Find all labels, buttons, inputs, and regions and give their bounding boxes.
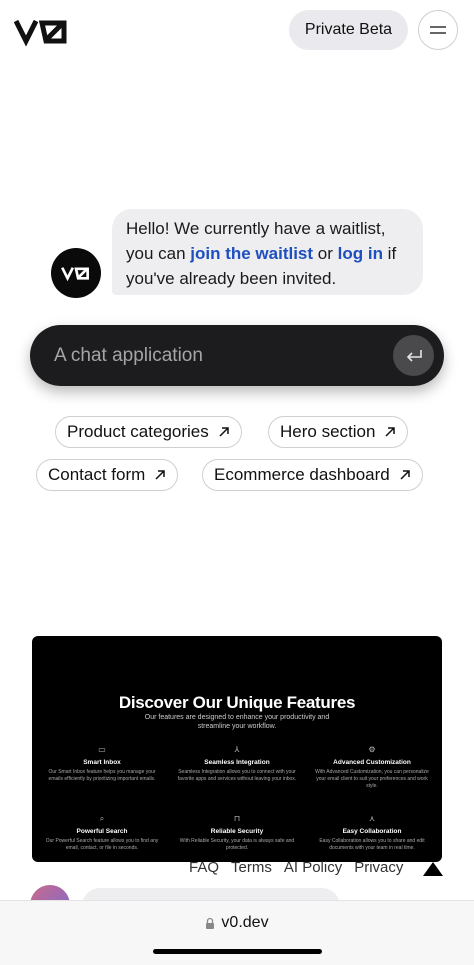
menu-button[interactable] (418, 10, 458, 50)
preview-title: Discover Our Unique Features (118, 693, 356, 712)
url-text: v0.dev (221, 914, 269, 931)
feature-desc: With Reliable Security, your data is alw… (179, 838, 295, 851)
feature-desc: Easy Collaboration allows you to share a… (319, 838, 425, 851)
suggestion-chip-hero-section[interactable]: Hero section (268, 416, 409, 448)
gear-icon: ⚙ (368, 745, 376, 754)
generated-ui-preview[interactable]: Discover Our Unique Features Our feature… (32, 636, 442, 862)
home-indicator[interactable] (153, 949, 322, 954)
prompt-bar (30, 325, 444, 386)
url-display[interactable]: v0.dev (0, 914, 474, 932)
assistant-avatar (51, 248, 101, 298)
suggestion-chip-ecommerce-dashboard[interactable]: Ecommerce dashboard (202, 459, 423, 491)
search-icon: ⌕ (99, 814, 105, 823)
preview-subtitle: Our features are designed to enhance you… (144, 714, 330, 730)
arrow-up-right-icon (153, 468, 167, 482)
arrow-up-right-icon (398, 468, 412, 482)
feature-card: ⚙ Advanced Customization With Advanced C… (312, 746, 432, 790)
prompt-input[interactable] (54, 325, 384, 386)
arrow-up-right-icon (383, 425, 397, 439)
suggestion-chip-product-categories[interactable]: Product categories (55, 416, 242, 448)
inbox-icon: ▭ (98, 745, 106, 754)
feature-card: ⅄ Seamless Integration Seamless Integrat… (177, 746, 297, 783)
feature-title: Seamless Integration (204, 759, 270, 766)
feature-card: ⌕ Powerful Search Our Powerful Search fe… (42, 815, 162, 852)
chip-label: Hero section (280, 422, 376, 441)
feature-title: Reliable Security (210, 828, 264, 835)
assistant-message: Hello! We currently have a waitlist, you… (112, 209, 423, 295)
header: Private Beta (0, 0, 474, 64)
feature-title: Powerful Search (76, 828, 128, 835)
footer-link-faq[interactable]: FAQ (189, 859, 219, 879)
join-waitlist-link[interactable]: join the waitlist (190, 244, 313, 263)
hamburger-icon (430, 26, 446, 34)
chip-label: Ecommerce dashboard (214, 465, 390, 484)
feature-card: ⊓ Reliable Security With Reliable Securi… (177, 815, 297, 852)
merge-icon: ⅄ (234, 745, 240, 754)
lock-icon: ⊓ (233, 814, 241, 823)
feature-title: Easy Collaboration (342, 828, 402, 835)
chip-label: Product categories (67, 422, 209, 441)
arrow-up-right-icon (217, 425, 231, 439)
feature-card: ⋏ Easy Collaboration Easy Collaboration … (312, 815, 432, 852)
message-text: or (313, 244, 338, 263)
feature-desc: With Advanced Customization, you can per… (315, 769, 429, 789)
private-beta-button[interactable]: Private Beta (289, 10, 408, 50)
footer-link-ai-policy[interactable]: AI Policy (284, 859, 342, 879)
feature-title: Smart Inbox (83, 759, 121, 766)
v0-logo-icon (61, 267, 89, 282)
feature-card: ▭ Smart Inbox Our Smart Inbox feature he… (42, 746, 162, 783)
footer-links: FAQ Terms AI Policy Privacy (189, 859, 403, 879)
feature-desc: Our Smart Inbox feature helps you manage… (48, 769, 156, 782)
vercel-triangle-icon[interactable] (423, 862, 443, 876)
feature-title: Advanced Customization (333, 759, 411, 766)
suggestion-chip-contact-form[interactable]: Contact form (36, 459, 179, 491)
footer-link-privacy[interactable]: Privacy (354, 859, 403, 879)
v0-logo[interactable] (13, 14, 70, 48)
lock-icon (205, 917, 215, 930)
footer-link-terms[interactable]: Terms (231, 859, 272, 879)
enter-return-icon (406, 349, 422, 362)
login-link[interactable]: log in (338, 244, 383, 263)
chip-label: Contact form (48, 465, 146, 484)
feature-desc: Our Powerful Search feature allows you t… (45, 838, 159, 851)
submit-button[interactable] (393, 335, 434, 376)
users-icon: ⋏ (369, 814, 375, 823)
browser-address-bar[interactable]: v0.dev (0, 900, 474, 965)
feature-desc: Seamless Integration allows you to conne… (177, 769, 297, 782)
